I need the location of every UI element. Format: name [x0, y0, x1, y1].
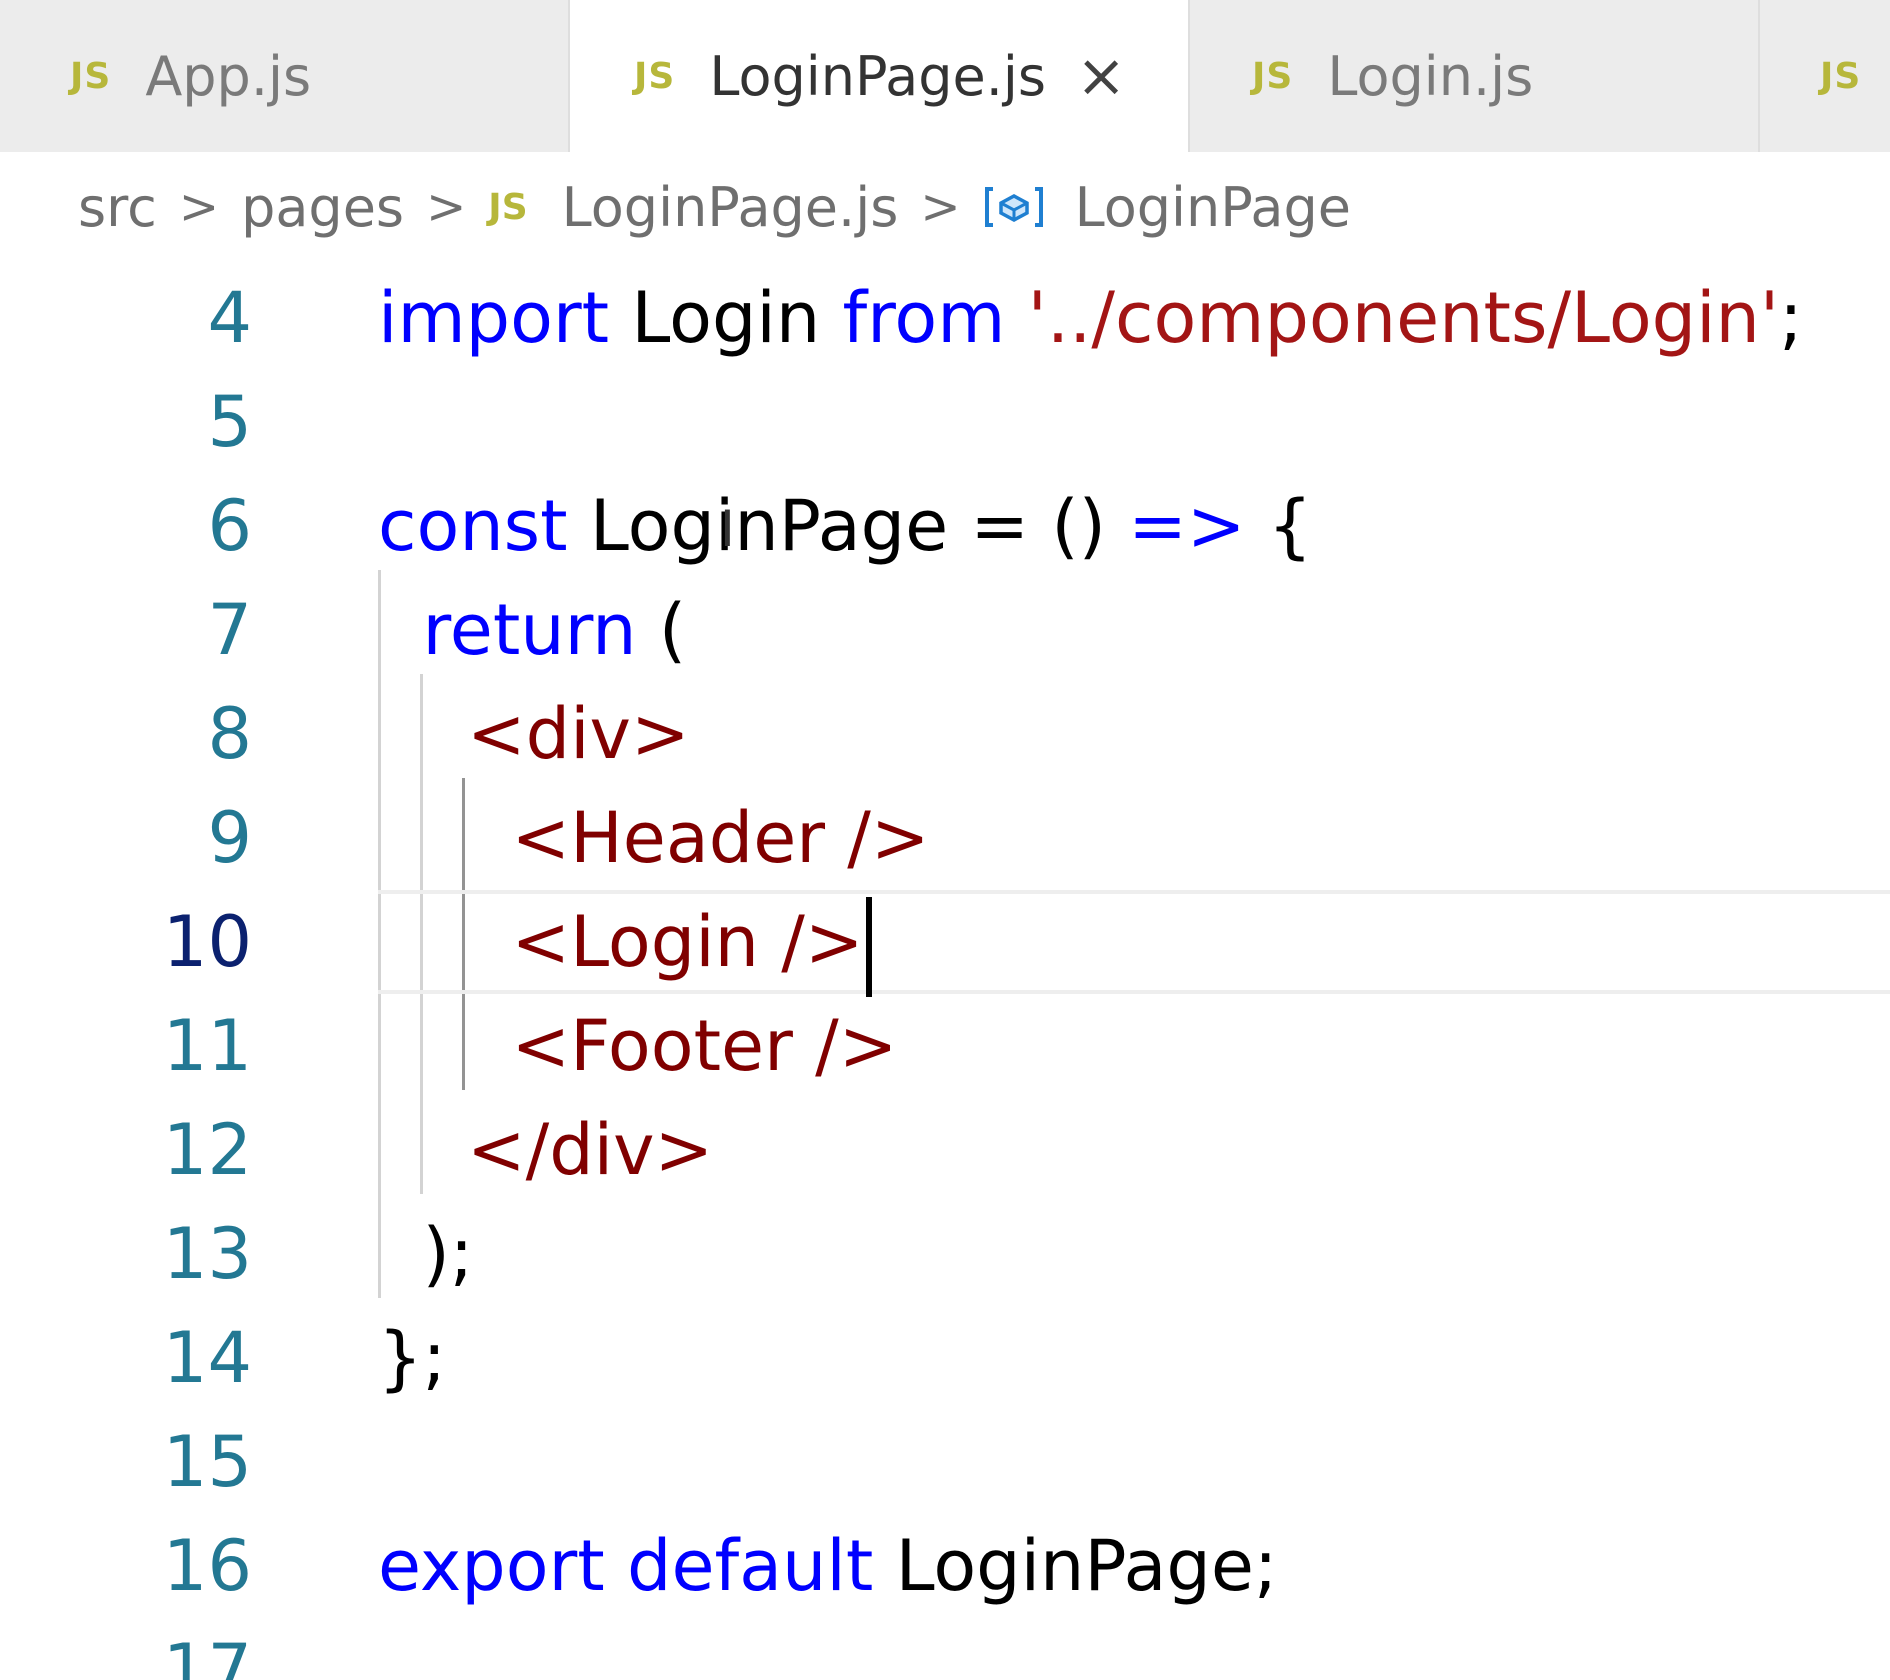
- code-line[interactable]: <Footer />: [0, 994, 1890, 1098]
- code-token: <Footer />: [511, 1005, 898, 1087]
- tab-app-js[interactable]: JS App.js: [0, 0, 570, 152]
- tab-label: LoginPage.js: [709, 44, 1047, 108]
- chevron-right-icon: >: [920, 179, 961, 235]
- tab-partial[interactable]: JS: [1760, 0, 1890, 152]
- code-line[interactable]: import Login from '../components/Login';: [0, 266, 1890, 370]
- tab-login-js[interactable]: JS Login.js: [1190, 0, 1760, 152]
- code-token: {: [1245, 485, 1313, 567]
- code-token: Login: [609, 277, 843, 359]
- code-token: </div>: [467, 1109, 714, 1191]
- code-line[interactable]: [0, 370, 1890, 474]
- code-line-text: <div>: [378, 682, 690, 786]
- code-line-text: <Login />: [378, 894, 872, 997]
- breadcrumb-item-pages[interactable]: pages: [241, 176, 404, 239]
- code-token: (: [636, 589, 687, 671]
- code-line[interactable]: export default LoginPage;: [0, 1514, 1890, 1618]
- code-line-text: return (: [378, 578, 687, 682]
- line-number[interactable]: 10: [0, 890, 252, 994]
- code-line-text: const LoginPage = () => {: [378, 474, 1312, 578]
- code-line-text: </div>: [378, 1098, 713, 1202]
- code-line[interactable]: return (: [0, 578, 1890, 682]
- code-line[interactable]: const LoginPage = () => {: [0, 474, 1890, 578]
- code-line-text: };: [378, 1306, 446, 1410]
- code-line-text: import Login from '../components/Login';: [378, 266, 1803, 370]
- code-editor[interactable]: JS App.js JS LoginPage.js × JS Login.js …: [0, 0, 1890, 1680]
- chevron-right-icon: >: [426, 179, 467, 235]
- code-token: return: [422, 589, 637, 671]
- breadcrumb: src > pages > JS LoginPage.js > LoginPag…: [0, 152, 1890, 262]
- code-line-current[interactable]: <Login />: [378, 890, 1890, 997]
- code-token: =>: [1128, 485, 1246, 567]
- chevron-right-icon: >: [178, 179, 220, 235]
- text-caret: [865, 896, 872, 997]
- breadcrumb-item-symbol[interactable]: LoginPage: [1075, 176, 1351, 239]
- breadcrumb-item-src[interactable]: src: [78, 176, 157, 239]
- code-token: LoginPage;: [873, 1525, 1278, 1607]
- code-token: );: [378, 1213, 474, 1295]
- code-line[interactable]: [0, 1618, 1890, 1680]
- code-area[interactable]: 4 import Login from '../components/Login'…: [0, 262, 1890, 1680]
- code-token: <Header />: [511, 797, 930, 879]
- tab-label: Login.js: [1327, 44, 1534, 108]
- code-line-text: );: [378, 1202, 474, 1306]
- code-line-text: export default LoginPage;: [378, 1514, 1277, 1618]
- code-token: const: [378, 485, 568, 567]
- symbol-variable-icon: [984, 187, 1043, 227]
- code-line[interactable]: <div>: [0, 682, 1890, 786]
- javascript-file-icon: JS: [634, 55, 676, 97]
- code-line[interactable]: );: [0, 1202, 1890, 1306]
- javascript-file-icon: JS: [70, 55, 112, 97]
- code-token: default: [627, 1525, 874, 1607]
- tab-loginpage-js[interactable]: JS LoginPage.js ×: [570, 0, 1190, 152]
- javascript-file-icon: JS: [1820, 55, 1862, 97]
- tab-bar: JS App.js JS LoginPage.js × JS Login.js …: [0, 0, 1890, 152]
- code-token: ;: [1779, 277, 1803, 359]
- breadcrumb-item-file[interactable]: LoginPage.js: [562, 176, 899, 239]
- code-token: export: [378, 1525, 605, 1607]
- text-cursor-ibeam-icon: I: [720, 500, 735, 558]
- javascript-file-icon: JS: [1252, 55, 1294, 97]
- code-token: <div>: [467, 693, 690, 775]
- code-line[interactable]: [0, 1410, 1890, 1514]
- code-token: '../components/Login': [1027, 277, 1780, 359]
- tab-label: App.js: [145, 44, 312, 108]
- code-token: };: [378, 1317, 447, 1399]
- code-token: from: [842, 277, 1006, 359]
- code-line-text: <Header />: [378, 786, 930, 890]
- close-icon[interactable]: ×: [1076, 46, 1126, 106]
- code-token: <Login />: [511, 901, 864, 983]
- code-line[interactable]: };: [0, 1306, 1890, 1410]
- code-line-text: <Footer />: [378, 994, 898, 1098]
- javascript-file-icon: JS: [488, 186, 528, 228]
- code-line[interactable]: </div>: [0, 1098, 1890, 1202]
- code-token: import: [378, 277, 610, 359]
- code-token: LoginPage = (): [567, 485, 1129, 567]
- code-line[interactable]: <Header />: [0, 786, 1890, 890]
